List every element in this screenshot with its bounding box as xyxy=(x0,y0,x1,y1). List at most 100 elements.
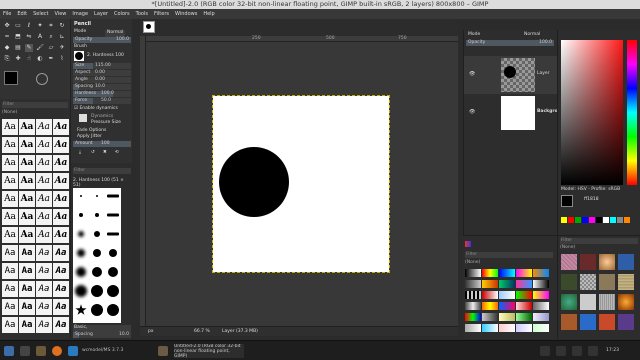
color-history-swatch[interactable] xyxy=(610,217,616,223)
color-history-swatch[interactable] xyxy=(589,217,595,223)
lasso-icon[interactable]: ℓ xyxy=(25,22,33,30)
gradient-item[interactable] xyxy=(482,302,498,310)
gradient-item[interactable] xyxy=(516,302,532,310)
gradient-item[interactable] xyxy=(533,313,549,321)
pattern-item[interactable] xyxy=(561,294,577,310)
patterns-filter-input[interactable]: Filter xyxy=(560,238,638,244)
force-slider[interactable]: Force 50.0 xyxy=(73,98,131,104)
image-tab-thumbnail[interactable] xyxy=(143,21,155,33)
font-sample[interactable]: Aa xyxy=(36,191,52,207)
font-sample[interactable]: Aa xyxy=(2,281,18,297)
gradient-item[interactable] xyxy=(516,313,532,321)
flip-icon[interactable]: ⇋ xyxy=(25,33,33,41)
brush-thumbnail[interactable] xyxy=(74,51,84,61)
gradient-item[interactable] xyxy=(465,280,481,288)
firefox-icon[interactable] xyxy=(52,346,62,356)
gradient-item[interactable] xyxy=(482,291,498,299)
apply-jitter[interactable]: Apply Jitter xyxy=(77,134,102,140)
font-sample[interactable]: Aa xyxy=(19,227,35,243)
taskbar-app-1[interactable]: wcmodel/MS 3.7.3 xyxy=(82,348,123,354)
heal-icon[interactable]: ✚ xyxy=(14,55,22,63)
mode-select[interactable]: Normal xyxy=(105,30,126,37)
pattern-item[interactable] xyxy=(599,254,615,270)
font-sample[interactable]: Aa xyxy=(36,137,52,153)
brush-item[interactable] xyxy=(73,188,89,204)
gradient-item[interactable] xyxy=(499,291,515,299)
pattern-item[interactable] xyxy=(561,274,577,290)
brush-item[interactable] xyxy=(73,283,89,299)
font-sample[interactable]: Aa xyxy=(2,245,18,261)
font-sample[interactable]: Aa xyxy=(19,137,35,153)
color-picker-icon[interactable]: ⌇ xyxy=(58,55,66,63)
fonts-filter-input[interactable]: Filter xyxy=(2,102,68,108)
font-sample[interactable]: Aa xyxy=(36,119,52,135)
pattern-item[interactable] xyxy=(561,314,577,330)
files-icon[interactable] xyxy=(36,346,46,356)
menu-colors[interactable]: Colors xyxy=(114,11,130,17)
restore-options-icon[interactable]: ↺ xyxy=(91,150,95,156)
clone-icon[interactable]: ⎘ xyxy=(3,55,11,63)
brush-item[interactable] xyxy=(105,283,121,299)
font-sample[interactable]: Aa xyxy=(19,119,35,135)
gradient-item[interactable] xyxy=(482,269,498,277)
brush-item[interactable] xyxy=(73,207,89,223)
gradient-item[interactable] xyxy=(516,280,532,288)
font-sample[interactable]: Aa xyxy=(19,191,35,207)
zoom-select[interactable]: 66.7 % xyxy=(194,329,210,335)
fonts-tag[interactable]: (None) xyxy=(2,110,17,116)
gradient-item[interactable] xyxy=(499,313,515,321)
color-history-swatch[interactable] xyxy=(561,217,567,223)
font-sample[interactable]: Aa xyxy=(53,227,69,243)
menu-windows[interactable]: Windows xyxy=(175,11,197,17)
menu-edit[interactable]: Edit xyxy=(17,11,27,17)
menu-file[interactable]: File xyxy=(3,11,11,17)
volume-icon[interactable] xyxy=(572,346,582,356)
font-sample[interactable]: Aa xyxy=(2,119,18,135)
gradient-item[interactable] xyxy=(482,280,498,288)
gimp-taskbar-icon[interactable] xyxy=(158,346,168,356)
pencil-icon[interactable]: ✎ xyxy=(25,44,33,52)
font-sample[interactable]: Aa xyxy=(2,173,18,189)
zoom-icon[interactable]: ⌕ xyxy=(47,33,55,41)
color-saturation-value-square[interactable] xyxy=(561,40,623,185)
hardness-slider[interactable]: Hardness 100.0 xyxy=(73,91,131,97)
font-sample[interactable]: Aa xyxy=(53,299,69,315)
font-sample[interactable]: Aa xyxy=(36,317,52,333)
brush-item[interactable] xyxy=(89,283,105,299)
dodge-icon[interactable]: ◐ xyxy=(36,55,44,63)
gradient-item[interactable] xyxy=(533,280,549,288)
eye-icon[interactable]: 👁 xyxy=(469,72,475,77)
brush-item[interactable] xyxy=(105,188,121,204)
measure-icon[interactable]: ⊾ xyxy=(58,33,66,41)
perspective-icon[interactable]: ⬒ xyxy=(14,33,22,41)
gradient-item[interactable] xyxy=(482,313,498,321)
font-sample[interactable]: Aa xyxy=(36,263,52,279)
layer-row[interactable]: 👁 Layer xyxy=(464,56,558,94)
font-sample[interactable]: Aa xyxy=(19,299,35,315)
hex-input[interactable]: ff1818 xyxy=(584,197,599,203)
gradient-item[interactable] xyxy=(516,324,532,332)
font-sample[interactable]: Aa xyxy=(2,227,18,243)
tray-icon[interactable] xyxy=(556,346,566,356)
font-sample[interactable]: Aa xyxy=(53,317,69,333)
gradient-item[interactable] xyxy=(465,313,481,321)
gradient-item[interactable] xyxy=(533,302,549,310)
tray-icon[interactable] xyxy=(540,346,550,356)
menu-help[interactable]: Help xyxy=(203,11,214,17)
pattern-item[interactable] xyxy=(599,294,615,310)
gradient-item[interactable] xyxy=(499,269,515,277)
menu-tools[interactable]: Tools xyxy=(136,11,148,17)
size-slider[interactable]: Size 115.00 xyxy=(73,63,131,69)
brush-item[interactable] xyxy=(73,264,89,280)
angle-slider[interactable]: Angle 0.00 xyxy=(73,77,131,83)
pattern-item[interactable] xyxy=(618,274,634,290)
brush-item[interactable] xyxy=(89,302,105,318)
font-sample[interactable]: Aa xyxy=(36,281,52,297)
pattern-item[interactable] xyxy=(618,314,634,330)
color-history-swatch[interactable] xyxy=(596,217,602,223)
rect-select-icon[interactable]: ▭ xyxy=(14,22,22,30)
pattern-item[interactable] xyxy=(618,254,634,270)
pattern-item[interactable] xyxy=(599,314,615,330)
brush-spacing-slider[interactable]: Spacing 10.0 xyxy=(73,332,131,338)
font-sample[interactable]: Aa xyxy=(19,281,35,297)
